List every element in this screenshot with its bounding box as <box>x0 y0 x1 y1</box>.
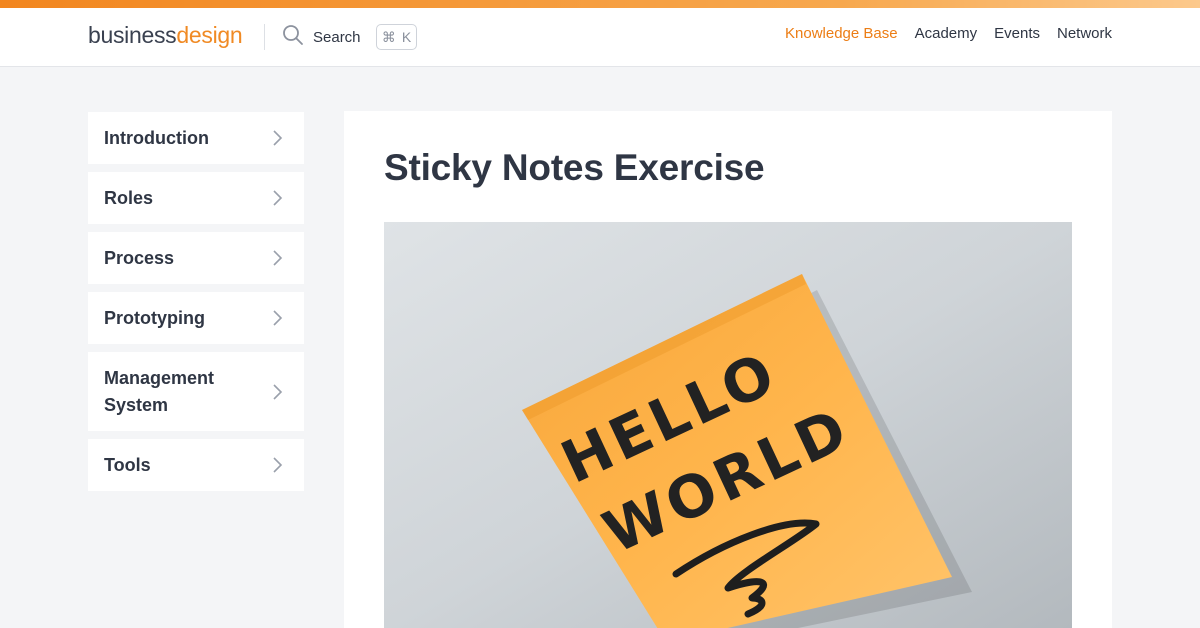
sidebar-item-label: Tools <box>104 455 151 475</box>
search-button[interactable]: Search <box>282 24 361 50</box>
sidebar-item-introduction[interactable]: Introduction <box>88 112 304 164</box>
sidebar-item-prototyping[interactable]: Prototyping <box>88 292 304 344</box>
article-hero-image: HELLO WORLD <box>384 222 1072 628</box>
shortcut-key: K <box>401 29 412 45</box>
nav-academy[interactable]: Academy <box>915 25 978 42</box>
sidebar-item-roles[interactable]: Roles <box>88 172 304 224</box>
site-header: businessdesign Search ⌘ K Knowledge Base … <box>0 8 1200 67</box>
main-nav: Knowledge Base Academy Events Network <box>785 25 1112 42</box>
sidebar-item-label: Roles <box>104 188 154 208</box>
sidebar: Introduction Roles Process Prototyping M… <box>88 112 304 499</box>
top-accent-bar <box>0 0 1200 8</box>
chevron-right-icon <box>273 310 283 326</box>
chevron-right-icon <box>273 383 283 400</box>
command-key-icon: ⌘ <box>381 28 396 45</box>
sidebar-item-label: Process <box>104 248 175 268</box>
chevron-right-icon <box>273 130 283 146</box>
nav-knowledge-base[interactable]: Knowledge Base <box>785 25 898 42</box>
brand-word-2: design <box>176 22 243 48</box>
article-content: Sticky Notes Exercise HELLO WORLD <box>344 111 1112 628</box>
search-icon <box>282 24 304 51</box>
sidebar-item-management-system[interactable]: Management System <box>88 352 304 431</box>
sidebar-item-label: Introduction <box>104 128 209 148</box>
nav-events[interactable]: Events <box>994 25 1040 42</box>
nav-network[interactable]: Network <box>1057 25 1112 42</box>
brand-word-1: business <box>88 22 177 48</box>
sidebar-item-tools[interactable]: Tools <box>88 439 304 491</box>
sidebar-item-label: Prototyping <box>104 308 205 328</box>
sidebar-item-label: Management System <box>104 368 215 415</box>
chevron-right-icon <box>273 250 283 266</box>
chevron-right-icon <box>273 457 283 473</box>
search-label: Search <box>313 28 361 46</box>
page-title: Sticky Notes Exercise <box>384 147 765 188</box>
brand-logo[interactable]: businessdesign <box>88 22 243 52</box>
sidebar-item-process[interactable]: Process <box>88 232 304 284</box>
sticky-note-illustration: HELLO WORLD <box>384 222 1072 628</box>
search-shortcut-badge: ⌘ K <box>376 24 417 50</box>
chevron-right-icon <box>273 190 283 206</box>
header-divider <box>264 24 265 50</box>
